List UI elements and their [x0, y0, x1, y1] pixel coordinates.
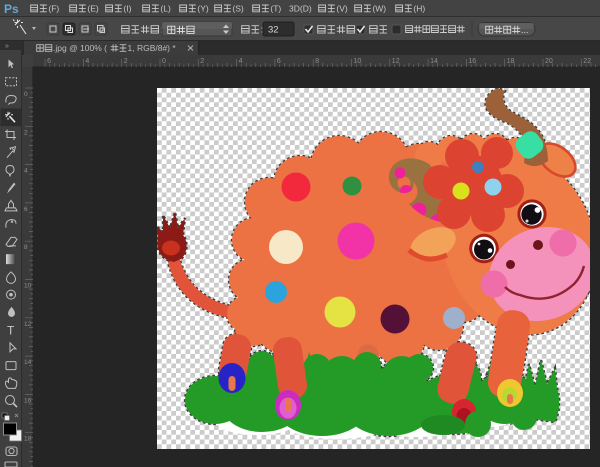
svg-text:T: T — [7, 324, 15, 338]
svg-text:(H): (H) — [413, 3, 425, 13]
svg-text:(Y): (Y) — [197, 3, 209, 13]
svg-text:4: 4 — [24, 168, 28, 175]
svg-text:8: 8 — [24, 244, 28, 251]
svg-text:(L): (L) — [160, 3, 171, 13]
svg-text:16: 16 — [24, 397, 32, 404]
svg-text:3D(D): 3D(D) — [289, 3, 312, 13]
svg-text:32: 32 — [268, 25, 279, 36]
svg-text:16: 16 — [468, 58, 476, 65]
svg-text:6: 6 — [24, 206, 28, 213]
svg-text:4: 4 — [239, 58, 243, 65]
svg-text:.jpg @ 100% (: .jpg @ 100% ( — [53, 43, 107, 53]
svg-text:1, RGB/8#) *: 1, RGB/8#) * — [128, 43, 177, 53]
svg-text:18: 18 — [507, 58, 515, 65]
svg-text:14: 14 — [24, 359, 32, 366]
svg-text:10: 10 — [24, 283, 32, 290]
svg-text:(E): (E) — [87, 3, 99, 13]
svg-text:(T): (T) — [270, 3, 281, 13]
svg-text:(W): (W) — [372, 3, 386, 13]
svg-text:12: 12 — [392, 58, 400, 65]
svg-text:...: ... — [521, 25, 529, 35]
svg-text:2: 2 — [24, 129, 28, 136]
svg-text:(V): (V) — [336, 3, 348, 13]
svg-text:18: 18 — [24, 436, 32, 443]
svg-text:8: 8 — [315, 58, 319, 65]
svg-text:0: 0 — [162, 58, 166, 65]
svg-text:(S): (S) — [232, 3, 244, 13]
svg-text:(F): (F) — [48, 3, 59, 13]
svg-text:2: 2 — [124, 58, 128, 65]
svg-text:10: 10 — [354, 58, 362, 65]
svg-text:6: 6 — [47, 58, 51, 65]
svg-text:Ps: Ps — [4, 2, 19, 16]
svg-text:0: 0 — [24, 91, 28, 98]
svg-text:20: 20 — [545, 58, 553, 65]
svg-text:»: » — [5, 43, 9, 50]
svg-text:2: 2 — [200, 58, 204, 65]
svg-text:14: 14 — [430, 58, 438, 65]
svg-text:4: 4 — [85, 58, 89, 65]
svg-text:22: 22 — [583, 58, 591, 65]
svg-text:(I): (I) — [123, 3, 131, 13]
svg-text:12: 12 — [24, 321, 32, 328]
svg-text:6: 6 — [277, 58, 281, 65]
